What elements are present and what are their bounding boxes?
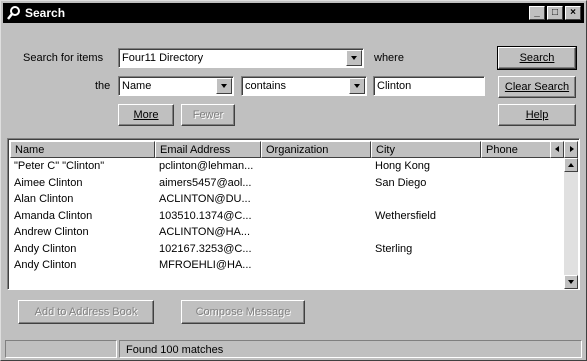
chevron-down-icon[interactable] bbox=[346, 50, 362, 66]
cell-organization bbox=[261, 242, 371, 259]
cell-email: 103510.1374@C... bbox=[159, 209, 252, 222]
minimize-button[interactable]: _ bbox=[529, 6, 545, 20]
cell-name: Andy Clinton bbox=[14, 242, 77, 255]
results-header: Name Email Address Organization City Pho… bbox=[10, 141, 553, 158]
the-label: the bbox=[95, 80, 111, 92]
table-row[interactable]: Andy Clinton 102167.3253@C... Sterling bbox=[10, 242, 553, 259]
table-row[interactable]: Amanda Clinton 103510.1374@C... Wethersfie… bbox=[10, 209, 553, 226]
field-select-value: Name bbox=[122, 80, 152, 92]
compose-message-button[interactable]: Compose Message bbox=[181, 300, 305, 324]
cell-email: 102167.3253@C... bbox=[159, 242, 252, 255]
scroll-left-icon[interactable] bbox=[550, 141, 564, 158]
help-button[interactable]: Help bbox=[498, 104, 576, 126]
search-window: Search _ □ × Search for items Four11 Dir… bbox=[0, 0, 587, 361]
cell-name: Aimee Clinton bbox=[14, 176, 83, 189]
cell-city bbox=[371, 192, 481, 209]
operator-select-value: contains bbox=[245, 80, 286, 92]
cell-city bbox=[371, 225, 481, 242]
cell-organization bbox=[261, 209, 371, 226]
add-to-address-book-label: Add to Address Book bbox=[34, 306, 138, 318]
results-rows: "Peter C" "Clinton" pclinton@lehman... Hon… bbox=[10, 159, 553, 275]
cell-email: ACLINTON@DU... bbox=[159, 193, 251, 205]
add-to-address-book-button[interactable]: Add to Address Book bbox=[18, 300, 154, 324]
directory-select-value: Four11 Directory bbox=[122, 52, 204, 64]
query-input-value: Clinton bbox=[377, 80, 412, 92]
cell-organization bbox=[261, 159, 371, 176]
search-button-label: Search bbox=[519, 52, 555, 64]
table-row[interactable]: Andy Clinton MFROEHLI@HA... bbox=[10, 258, 553, 275]
cell-organization bbox=[261, 192, 371, 209]
cell-phone bbox=[481, 192, 553, 209]
compose-message-label: Compose Message bbox=[195, 306, 291, 318]
scroll-down-icon[interactable] bbox=[564, 275, 578, 289]
column-header-email[interactable]: Email Address bbox=[155, 141, 261, 158]
clear-search-label: Clear Search bbox=[504, 81, 570, 93]
vertical-scrollbar[interactable] bbox=[564, 158, 578, 289]
cell-name: Alan Clinton bbox=[14, 193, 74, 205]
cell-organization bbox=[261, 176, 371, 193]
more-button-label: More bbox=[133, 109, 159, 121]
cell-city: San Diego bbox=[375, 176, 427, 189]
cell-city: Sterling bbox=[375, 242, 413, 255]
more-button[interactable]: More bbox=[118, 104, 174, 126]
cell-name: Andrew Clinton bbox=[14, 226, 89, 238]
field-select[interactable]: Name bbox=[118, 76, 234, 96]
cell-city: Hong Kong bbox=[375, 160, 431, 172]
column-header-phone[interactable]: Phone bbox=[481, 141, 553, 158]
cell-organization bbox=[261, 258, 371, 275]
scroll-right-icon[interactable] bbox=[564, 141, 578, 158]
column-header-city[interactable]: City bbox=[371, 141, 481, 158]
table-row[interactable]: Aimee Clinton aimers5457@aol... San Diego bbox=[10, 176, 553, 193]
cell-city bbox=[371, 258, 481, 275]
cell-name: "Peter C" "Clinton" bbox=[14, 160, 105, 172]
directory-select[interactable]: Four11 Directory bbox=[118, 48, 364, 68]
cell-phone bbox=[481, 258, 553, 275]
status-bar: Found 100 matches bbox=[5, 340, 582, 358]
cell-city: Wethersfield bbox=[375, 209, 436, 222]
maximize-button[interactable]: □ bbox=[547, 6, 563, 20]
query-input[interactable]: Clinton bbox=[373, 76, 485, 96]
cell-name: Andy Clinton bbox=[14, 259, 77, 271]
cell-name: Amanda Clinton bbox=[14, 209, 93, 222]
cell-phone bbox=[481, 176, 553, 193]
results-list[interactable]: Name Email Address Organization City Pho… bbox=[7, 138, 580, 290]
cell-organization bbox=[261, 225, 371, 242]
cell-phone bbox=[481, 225, 553, 242]
column-header-organization[interactable]: Organization bbox=[261, 141, 371, 158]
cell-phone bbox=[481, 159, 553, 176]
operator-select[interactable]: contains bbox=[241, 76, 367, 96]
search-magnifier-icon bbox=[6, 5, 22, 21]
status-panel-left bbox=[5, 340, 117, 358]
cell-email: MFROEHLI@HA... bbox=[159, 259, 252, 271]
table-row[interactable]: "Peter C" "Clinton" pclinton@lehman... Hon… bbox=[10, 159, 553, 176]
where-label: where bbox=[374, 52, 404, 64]
fewer-button[interactable]: Fewer bbox=[181, 104, 235, 126]
chevron-down-icon[interactable] bbox=[349, 78, 365, 94]
search-for-label: Search for items bbox=[23, 52, 104, 64]
search-button[interactable]: Search bbox=[497, 46, 577, 70]
cell-email: pclinton@lehman... bbox=[159, 160, 254, 172]
table-row[interactable]: Andrew Clinton ACLINTON@HA... bbox=[10, 225, 553, 242]
clear-search-button[interactable]: Clear Search bbox=[498, 76, 576, 98]
close-button[interactable]: × bbox=[565, 6, 581, 20]
cell-phone bbox=[481, 242, 553, 259]
fewer-button-label: Fewer bbox=[192, 109, 224, 121]
cell-email: aimers5457@aol... bbox=[159, 176, 252, 189]
title-bar[interactable]: Search _ □ × bbox=[3, 3, 584, 23]
cell-email: ACLINTON@HA... bbox=[159, 226, 251, 238]
help-button-label: Help bbox=[525, 109, 549, 121]
column-header-name[interactable]: Name bbox=[10, 141, 155, 158]
chevron-down-icon[interactable] bbox=[216, 78, 232, 94]
table-row[interactable]: Alan Clinton ACLINTON@DU... bbox=[10, 192, 553, 209]
status-message: Found 100 matches bbox=[119, 340, 582, 358]
window-title: Search bbox=[25, 6, 66, 20]
cell-phone bbox=[481, 209, 553, 226]
scroll-up-icon[interactable] bbox=[564, 158, 578, 172]
